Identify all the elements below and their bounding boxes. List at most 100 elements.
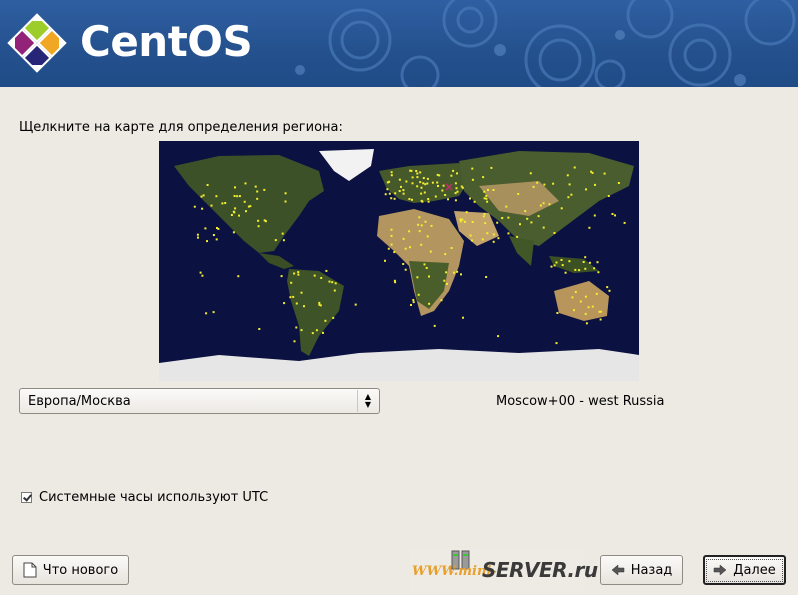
- city-dot: [450, 174, 453, 177]
- city-dot: [597, 271, 600, 274]
- city-dot: [354, 303, 357, 306]
- city-dot: [444, 194, 447, 196]
- release-notes-label: Что нового: [42, 562, 119, 578]
- city-dot: [603, 172, 606, 175]
- timezone-map[interactable]: [159, 141, 639, 381]
- city-dot: [325, 269, 328, 272]
- city-dot: [588, 261, 591, 264]
- city-dot: [447, 198, 449, 201]
- city-dot: [452, 169, 455, 172]
- city-dot: [543, 183, 546, 186]
- document-icon: [23, 562, 37, 578]
- city-dot: [289, 296, 292, 299]
- city-dot: [524, 210, 527, 213]
- city-dot: [560, 207, 563, 210]
- city-dot: [536, 181, 539, 184]
- city-dot: [463, 220, 466, 223]
- city-dot: [410, 169, 413, 172]
- city-dot: [233, 195, 236, 197]
- city-dot: [263, 219, 266, 222]
- city-dot: [542, 202, 545, 205]
- city-dot: [206, 240, 208, 243]
- city-dot: [611, 213, 614, 215]
- city-dot: [438, 174, 441, 177]
- world-map: [159, 141, 639, 381]
- city-dot: [482, 215, 485, 218]
- city-dot: [419, 181, 422, 184]
- city-dot: [281, 232, 284, 235]
- city-dot: [300, 291, 303, 294]
- city-dot: [483, 190, 486, 193]
- city-dot: [427, 200, 430, 203]
- city-dot: [402, 192, 405, 195]
- city-dot: [584, 312, 587, 315]
- city-dot: [402, 263, 405, 265]
- city-dot: [471, 239, 473, 242]
- city-dot: [215, 238, 218, 241]
- city-dot: [390, 171, 393, 174]
- release-notes-button[interactable]: Что нового: [12, 555, 129, 585]
- city-dot: [243, 200, 246, 203]
- city-dot: [405, 180, 408, 183]
- city-dot: [284, 192, 287, 195]
- city-dot: [404, 268, 407, 271]
- city-dot: [417, 293, 420, 296]
- city-dot: [579, 300, 582, 303]
- city-dot: [542, 226, 545, 229]
- next-button[interactable]: Далее: [703, 555, 786, 585]
- city-dot: [256, 197, 259, 200]
- city-dot: [426, 177, 429, 180]
- city-dot: [585, 188, 587, 191]
- city-dot: [434, 195, 437, 198]
- city-dot: [232, 231, 235, 234]
- city-dot: [230, 214, 233, 216]
- city-dot: [440, 299, 443, 302]
- utc-checkbox-label[interactable]: Системные часы используют UTC: [39, 490, 268, 505]
- utc-option[interactable]: Системные часы используют UTC: [21, 490, 268, 505]
- map-prompt: Щелкните на карте для определения регион…: [19, 120, 343, 135]
- city-dot: [263, 188, 266, 191]
- city-dot: [411, 198, 413, 201]
- city-dot: [465, 211, 468, 214]
- city-dot: [422, 182, 425, 185]
- city-dot: [446, 282, 448, 285]
- city-dot: [614, 214, 616, 217]
- city-dot: [274, 239, 277, 242]
- city-dot: [201, 207, 204, 210]
- city-dot: [315, 329, 318, 332]
- city-dot: [215, 195, 218, 198]
- city-dot: [420, 192, 423, 195]
- back-button[interactable]: Назад: [600, 555, 683, 585]
- city-dot: [394, 192, 397, 195]
- city-dot: [436, 181, 439, 184]
- city-dot: [585, 322, 588, 325]
- utc-checkbox[interactable]: [21, 492, 32, 503]
- city-dot: [384, 193, 387, 196]
- city-dot: [320, 277, 323, 279]
- city-dot: [204, 227, 207, 230]
- city-dot: [256, 190, 259, 193]
- city-dot: [573, 166, 576, 169]
- city-dot: [423, 191, 426, 194]
- city-dot: [244, 182, 247, 185]
- city-dot: [526, 217, 529, 220]
- city-dot: [388, 192, 391, 195]
- city-dot: [453, 271, 455, 274]
- city-dot: [393, 251, 396, 254]
- city-dot: [402, 189, 405, 192]
- watermark-suffix: SERVER.ru: [482, 558, 598, 582]
- city-dot: [412, 299, 415, 301]
- city-dot: [593, 267, 596, 270]
- city-dot: [212, 311, 215, 314]
- city-dot: [460, 273, 462, 276]
- city-dot: [386, 181, 389, 184]
- city-dot: [283, 302, 286, 305]
- timezone-select[interactable]: Европа/Москва ▲ ▼: [19, 388, 380, 414]
- city-dot: [566, 174, 569, 177]
- city-dot: [505, 205, 508, 208]
- city-dot: [578, 269, 581, 272]
- city-dot: [490, 166, 493, 169]
- city-dot: [455, 187, 458, 190]
- city-dot: [588, 226, 591, 229]
- city-dot: [411, 182, 414, 185]
